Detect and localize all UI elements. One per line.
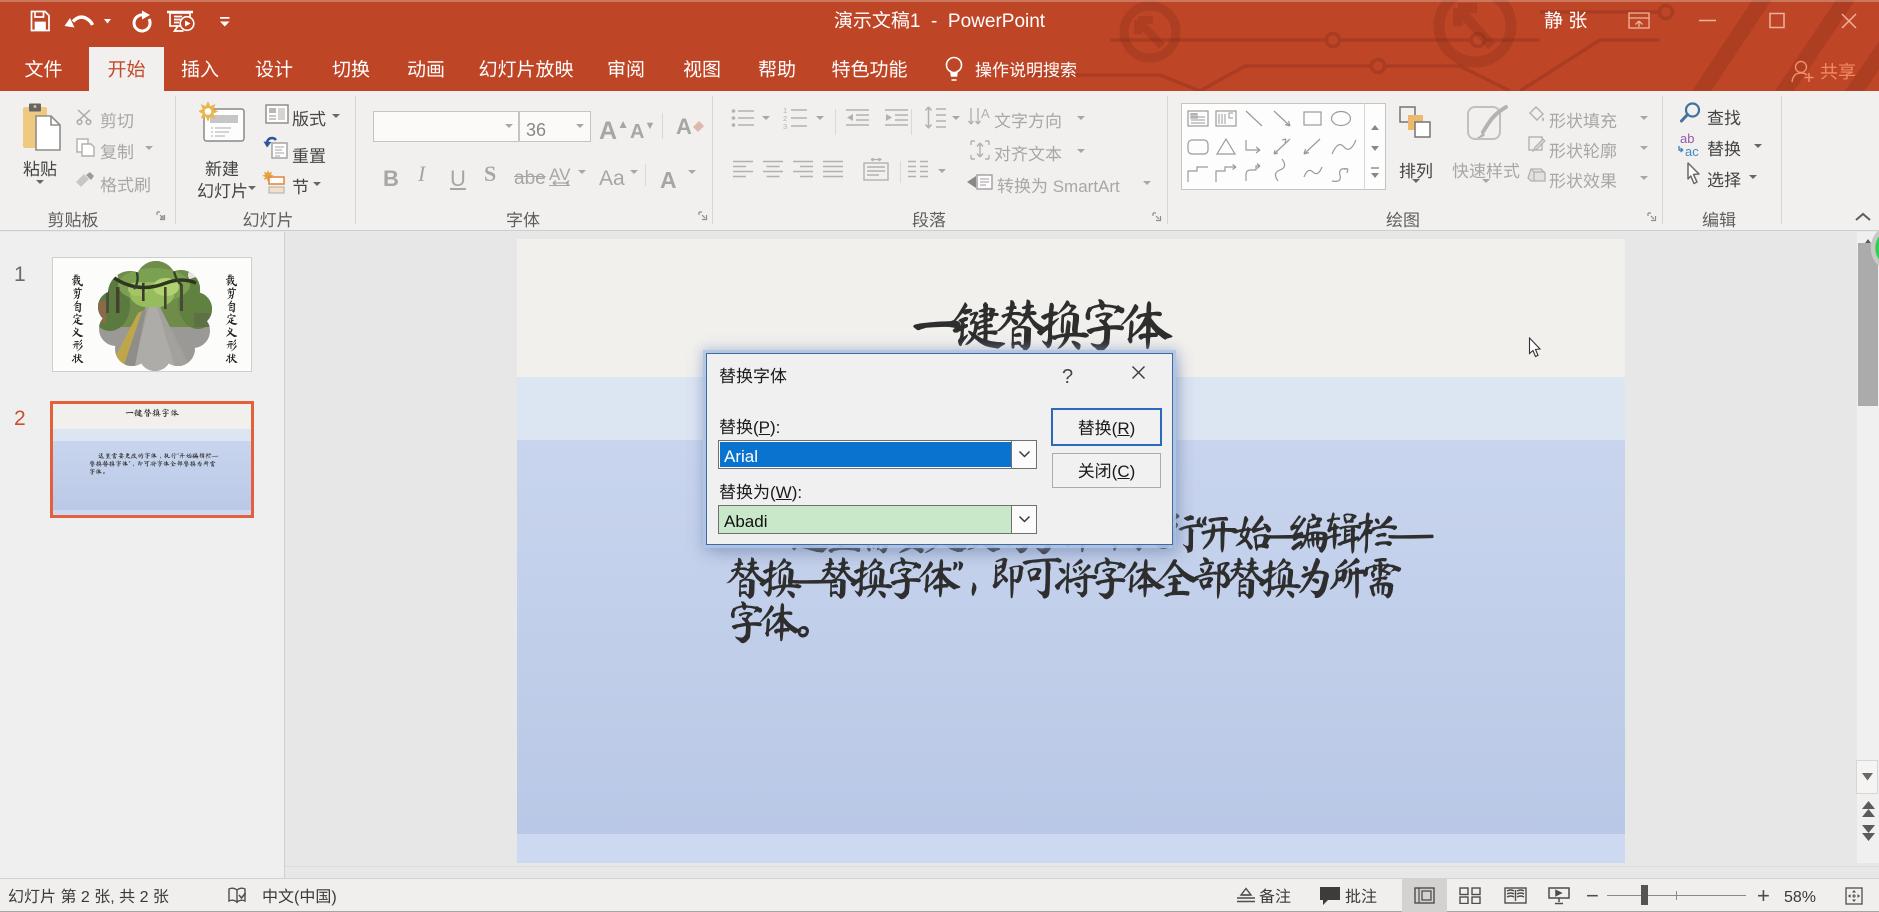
svg-text:3: 3 <box>783 122 787 130</box>
svg-text:ac: ac <box>1685 144 1699 158</box>
svg-text:A: A <box>981 106 990 121</box>
